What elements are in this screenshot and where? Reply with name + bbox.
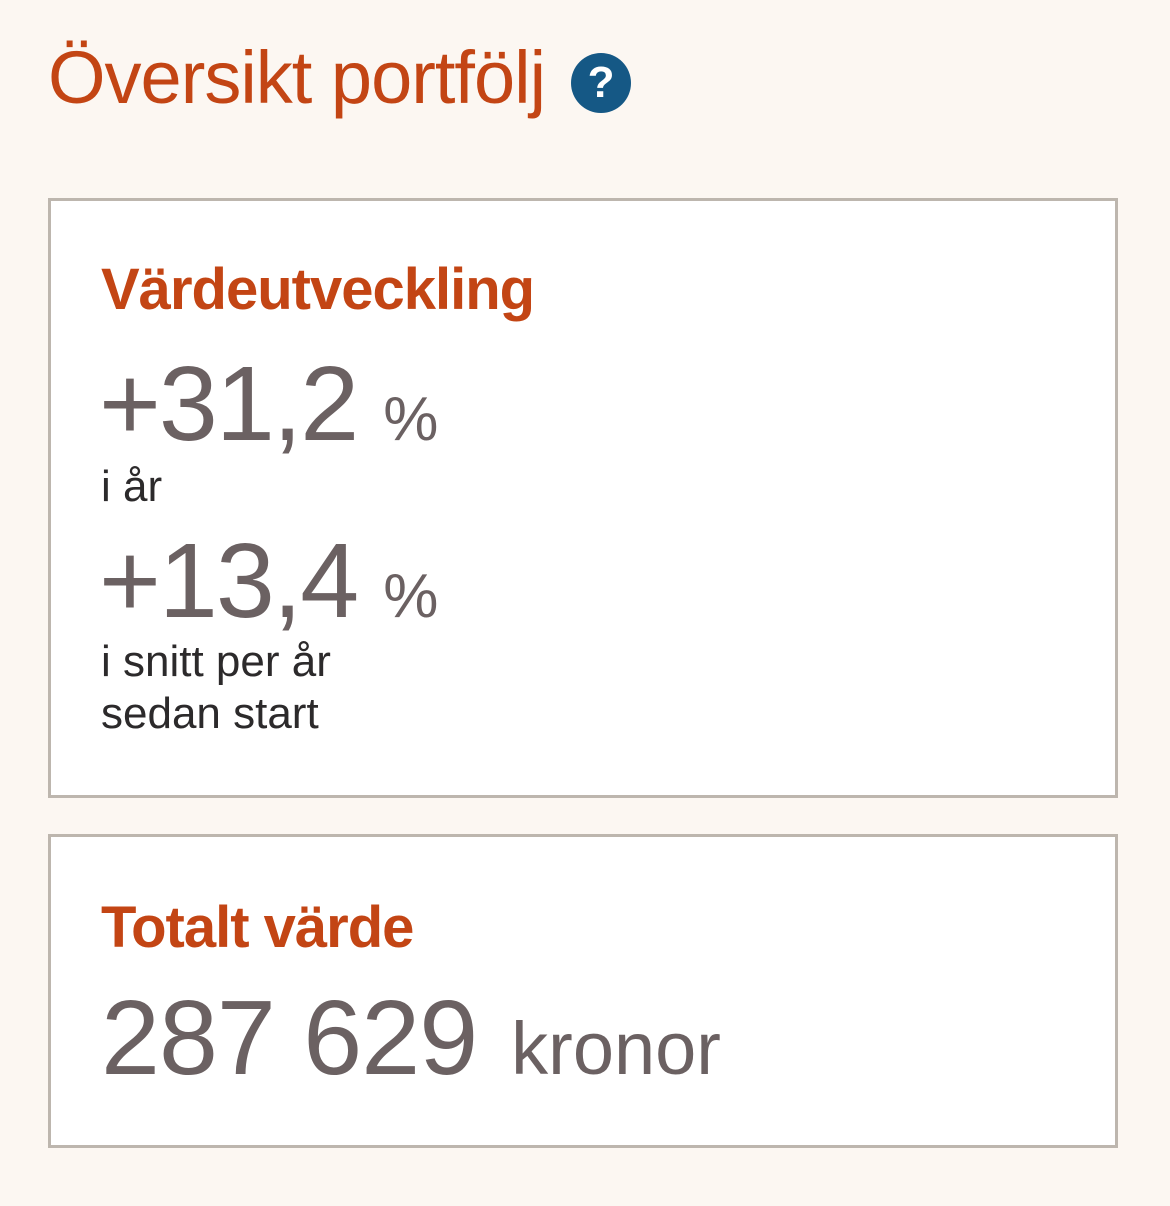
total-value-card: Totalt värde 287 629 kronor <box>48 834 1118 1148</box>
ytd-return-value: +31,2 <box>99 345 359 463</box>
average-return-value: +13,4 <box>99 522 359 640</box>
page-title: Översikt portfölj <box>48 36 546 119</box>
average-return-unit: % <box>383 562 439 631</box>
average-return-caption-line2: sedan start <box>101 689 319 738</box>
total-value-heading: Totalt värde <box>101 895 414 960</box>
page-header: Översikt portfölj ? <box>48 28 632 128</box>
total-value-row: 287 629 kronor <box>101 985 721 1091</box>
help-icon[interactable]: ? <box>571 53 632 113</box>
performance-card: Värdeutveckling +31,2 % i år +13,4 % i s… <box>48 198 1118 798</box>
average-return-caption: i snitt per år sedan start <box>101 636 331 740</box>
total-value-amount: 287 629 <box>101 979 478 1097</box>
ytd-return-caption: i år <box>101 462 163 511</box>
total-value-unit: kronor <box>511 1007 721 1090</box>
ytd-return-unit: % <box>383 385 439 454</box>
average-return-caption-line1: i snitt per år <box>101 637 331 686</box>
ytd-return: +31,2 % <box>99 351 438 457</box>
performance-heading: Värdeutveckling <box>101 257 535 322</box>
average-return: +13,4 % <box>99 528 438 634</box>
